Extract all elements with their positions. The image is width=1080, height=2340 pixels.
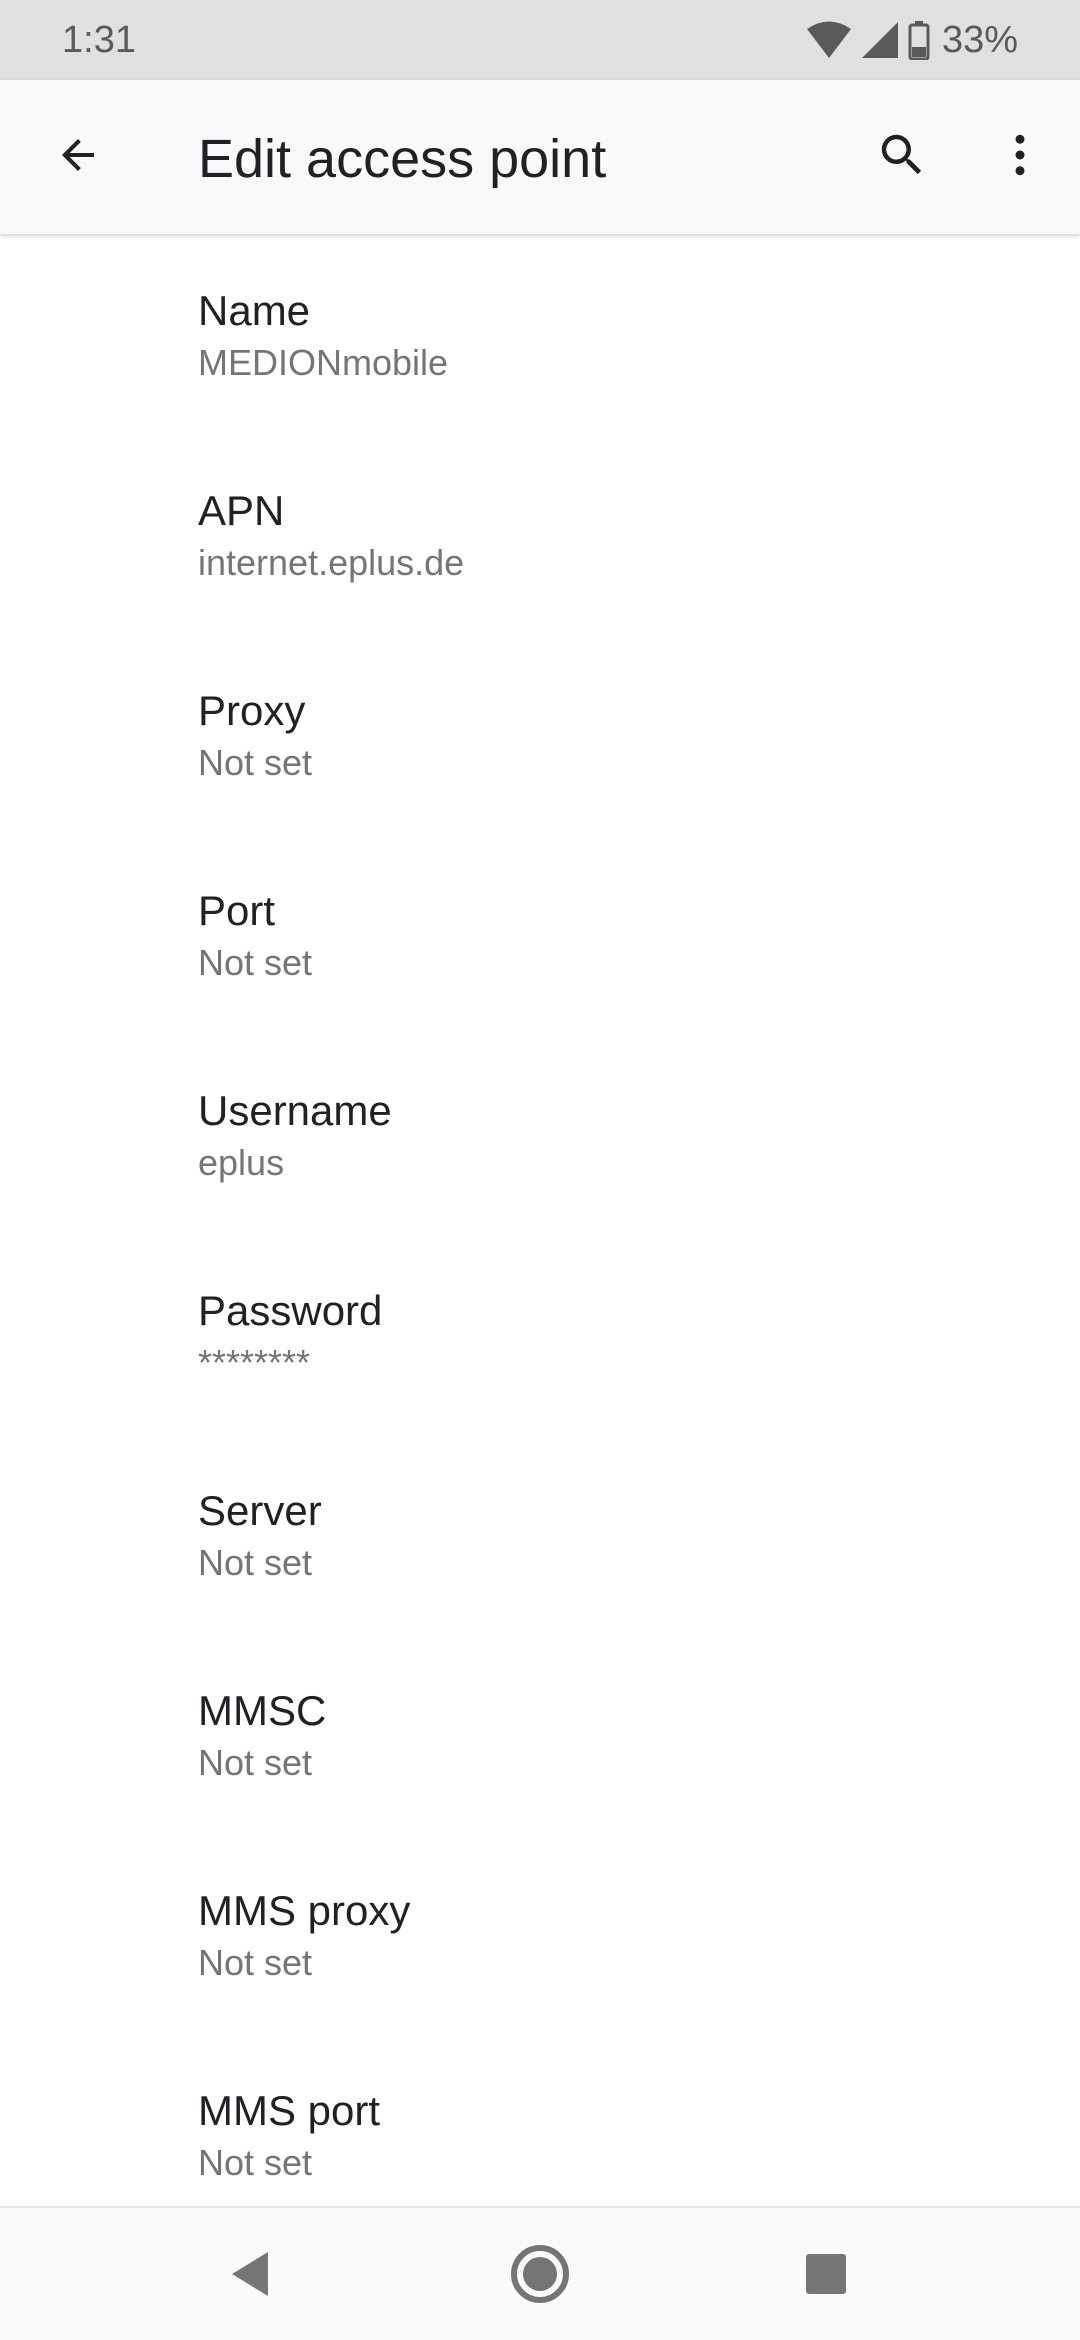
pref-username[interactable]: Username eplus — [0, 1034, 1080, 1234]
nav-home-icon — [510, 2244, 570, 2309]
battery-percent: 33% — [941, 19, 1018, 61]
pref-title: Username — [198, 1087, 392, 1134]
pref-proxy[interactable]: Proxy Not set — [0, 634, 1080, 834]
more-vert-icon — [993, 128, 1047, 187]
pref-mms-proxy[interactable]: MMS proxy Not set — [0, 1834, 1080, 2034]
nav-back-button[interactable] — [202, 2228, 298, 2324]
pref-port[interactable]: Port Not set — [0, 834, 1080, 1034]
pref-summary: ******** — [198, 1342, 311, 1383]
pref-name[interactable]: Name MEDIONmobile — [0, 234, 1080, 434]
search-icon — [875, 128, 929, 187]
preference-list: Name MEDIONmobile APN internet.eplus.de … — [0, 234, 1080, 2206]
pref-summary: Not set — [198, 2142, 313, 2183]
pref-title: MMS proxy — [198, 1887, 411, 1934]
page-title: Edit access point — [198, 129, 607, 189]
more-options-button[interactable] — [978, 115, 1062, 199]
pref-apn[interactable]: APN internet.eplus.de — [0, 434, 1080, 634]
nav-recents-button[interactable] — [778, 2228, 874, 2324]
pref-summary: Not set — [198, 1742, 313, 1783]
pref-server[interactable]: Server Not set — [0, 1434, 1080, 1634]
arrow-back-icon — [54, 131, 102, 184]
navigation-bar — [0, 2206, 1080, 2340]
pref-mms-port[interactable]: MMS port Not set — [0, 2034, 1080, 2206]
nav-recents-icon — [804, 2252, 848, 2301]
status-icons: 33% — [806, 16, 1018, 64]
search-button[interactable] — [860, 115, 944, 199]
pref-title: MMSC — [198, 1687, 327, 1734]
status-time: 1:31 — [62, 19, 136, 61]
pref-summary: Not set — [198, 1942, 313, 1983]
pref-title: Server — [198, 1487, 322, 1534]
back-button[interactable] — [36, 115, 120, 199]
pref-title: APN — [198, 487, 285, 534]
status-bar: 1:31 33% — [0, 0, 1080, 80]
pref-summary: Not set — [198, 742, 313, 783]
pref-title: Proxy — [198, 687, 306, 734]
pref-summary: Not set — [198, 1542, 313, 1583]
pref-summary: Not set — [198, 942, 313, 983]
pref-summary: eplus — [198, 1142, 285, 1183]
pref-password[interactable]: Password ******** — [0, 1234, 1080, 1434]
nav-home-button[interactable] — [492, 2228, 588, 2324]
battery-icon — [908, 20, 930, 60]
pref-title: Password — [198, 1287, 383, 1334]
pref-summary: MEDIONmobile — [198, 342, 449, 383]
wifi-icon — [806, 20, 852, 60]
app-bar: Edit access point — [0, 80, 1080, 234]
pref-title: Name — [198, 287, 311, 334]
pref-mmsc[interactable]: MMSC Not set — [0, 1634, 1080, 1834]
pref-title: Port — [198, 887, 276, 934]
nav-back-icon — [228, 2250, 272, 2303]
pref-summary: internet.eplus.de — [198, 542, 465, 583]
pref-title: MMS port — [198, 2087, 381, 2134]
cell-signal-icon — [860, 20, 900, 60]
